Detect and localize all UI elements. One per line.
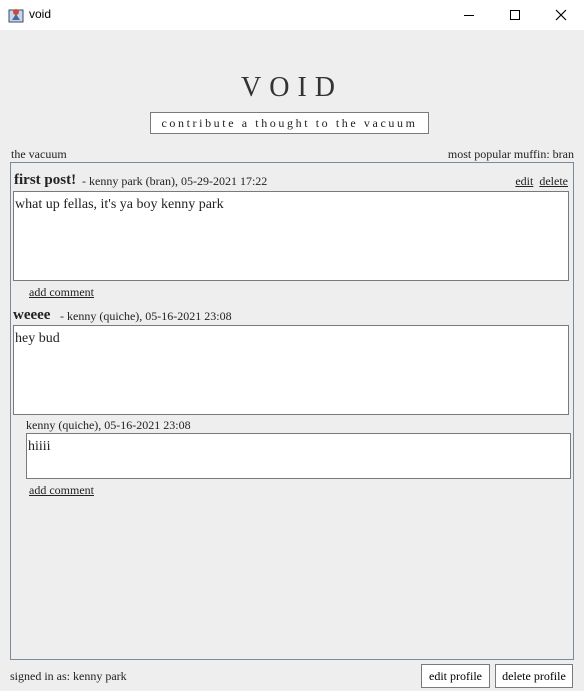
delete-profile-button[interactable]: delete profile [495,664,573,688]
window-title: void [29,7,52,21]
minimize-icon [464,15,474,16]
contribute-button[interactable]: contribute a thought to the vacuum [150,112,429,134]
delete-post-link[interactable]: delete [539,174,568,188]
title-bar: void [0,0,584,30]
feed-label: the vacuum [11,147,67,161]
minimize-button[interactable] [446,0,492,30]
post-meta: - kenny park (bran), 05-29-2021 17:22 [82,174,268,188]
comment-body: hiiii [26,433,571,479]
post-title: weeee [13,307,51,323]
add-comment-link[interactable]: add comment [29,483,94,498]
post-title: first post! [14,172,77,188]
post-body: hey bud [13,325,569,415]
close-button[interactable] [538,0,584,30]
post-actions: edit delete [509,174,568,189]
post-meta: - kenny (quiche), 05-16-2021 23:08 [60,309,232,323]
signed-in-status: signed in as: kenny park [10,669,127,683]
edit-profile-button[interactable]: edit profile [421,664,490,688]
add-comment-link[interactable]: add comment [29,285,94,300]
edit-post-link[interactable]: edit [515,174,533,188]
maximize-button[interactable] [492,0,538,30]
post-body: what up fellas, it's ya boy kenny park [13,191,569,281]
maximize-icon [510,10,520,20]
app-brand-title: VOID [241,72,343,103]
close-icon [555,9,567,21]
app-icon [8,9,24,23]
comment-meta: kenny (quiche), 05-16-2021 23:08 [26,418,191,432]
popular-muffin-label: most popular muffin: bran [447,147,574,161]
